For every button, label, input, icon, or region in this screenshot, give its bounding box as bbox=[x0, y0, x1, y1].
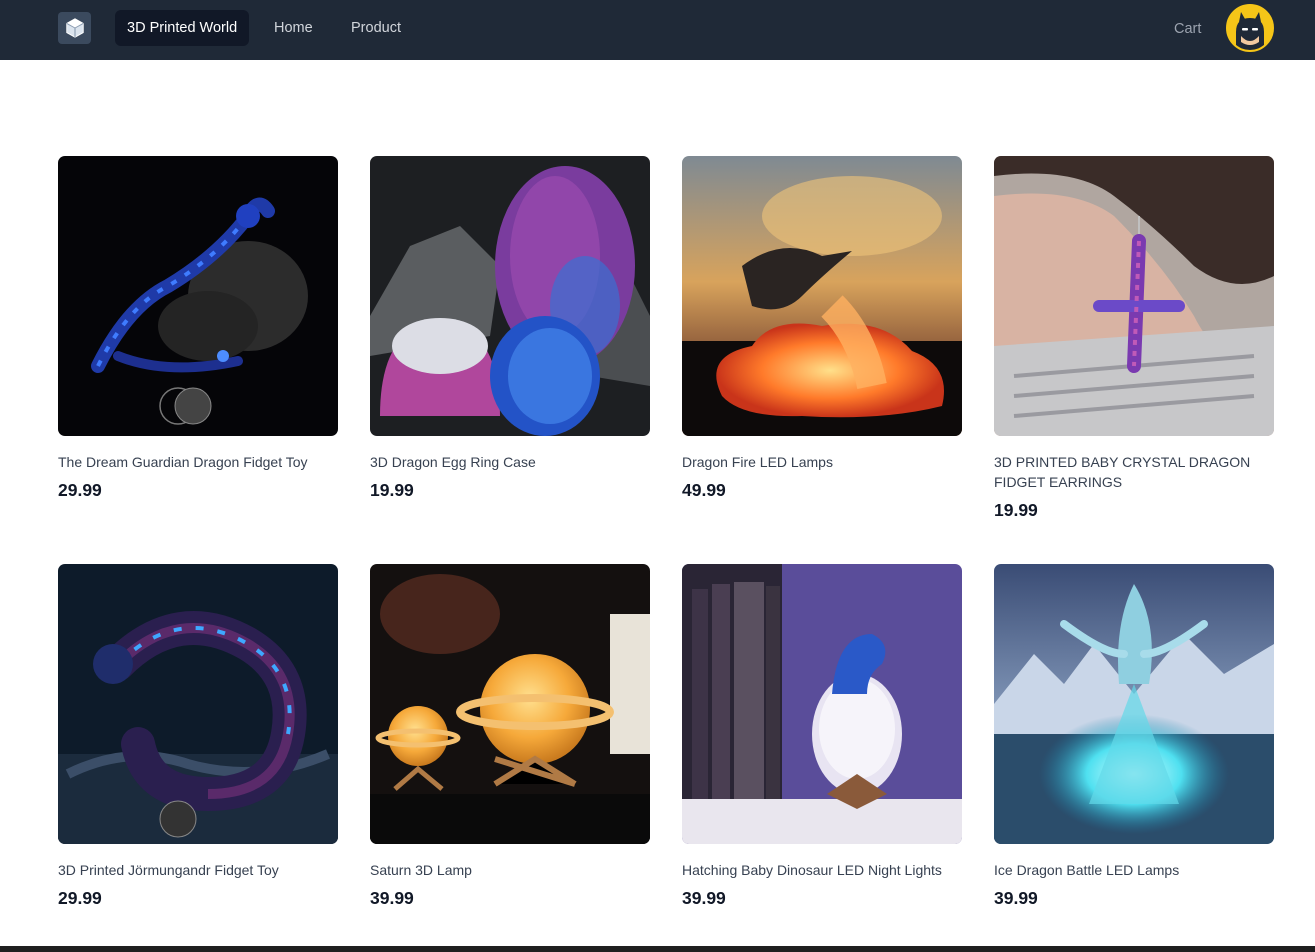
product-card[interactable]: The Dream Guardian Dragon Fidget Toy 29.… bbox=[58, 156, 338, 501]
product-image-hatching-dinosaur[interactable] bbox=[682, 564, 962, 844]
cube-logo-icon[interactable] bbox=[58, 12, 91, 44]
batman-avatar-icon bbox=[1228, 6, 1272, 50]
nav-product-link[interactable]: Product bbox=[351, 10, 401, 46]
product-image-saturn-lamp[interactable] bbox=[370, 564, 650, 844]
product-image-ice-dragon-lamp[interactable] bbox=[994, 564, 1274, 844]
product-image-jormungandr[interactable] bbox=[58, 564, 338, 844]
product-card[interactable]: 3D PRINTED BABY CRYSTAL DRAGON FIDGET EA… bbox=[994, 156, 1274, 521]
product-card[interactable]: Hatching Baby Dinosaur LED Night Lights … bbox=[682, 564, 962, 909]
product-card[interactable]: Ice Dragon Battle LED Lamps 39.99 bbox=[994, 564, 1274, 909]
product-name[interactable]: 3D PRINTED BABY CRYSTAL DRAGON FIDGET EA… bbox=[994, 452, 1274, 492]
product-price: 39.99 bbox=[682, 888, 726, 908]
product-image-dragon-guardian[interactable] bbox=[58, 156, 338, 436]
product-price: 19.99 bbox=[370, 480, 414, 500]
product-card[interactable]: Saturn 3D Lamp 39.99 bbox=[370, 564, 650, 909]
brand-link[interactable]: 3D Printed World bbox=[115, 10, 250, 46]
product-price: 39.99 bbox=[994, 888, 1038, 908]
product-image-dragon-egg[interactable] bbox=[370, 156, 650, 436]
product-price: 29.99 bbox=[58, 888, 102, 908]
product-name[interactable]: The Dream Guardian Dragon Fidget Toy bbox=[58, 452, 338, 472]
product-price: 39.99 bbox=[370, 888, 414, 908]
product-name[interactable]: 3D Printed Jörmungandr Fidget Toy bbox=[58, 860, 338, 880]
product-name[interactable]: 3D Dragon Egg Ring Case bbox=[370, 452, 650, 472]
product-name[interactable]: Ice Dragon Battle LED Lamps bbox=[994, 860, 1274, 880]
product-name[interactable]: Saturn 3D Lamp bbox=[370, 860, 650, 880]
product-price: 19.99 bbox=[994, 500, 1038, 520]
product-image-dragon-fire-lamp[interactable] bbox=[682, 156, 962, 436]
product-price: 49.99 bbox=[682, 480, 726, 500]
avatar[interactable] bbox=[1226, 4, 1274, 52]
cart-link[interactable]: Cart bbox=[1174, 11, 1201, 47]
navbar: 3D Printed World Home Product Cart bbox=[0, 0, 1315, 60]
nav-home-link[interactable]: Home bbox=[274, 10, 313, 46]
product-card[interactable]: 3D Dragon Egg Ring Case 19.99 bbox=[370, 156, 650, 501]
product-name[interactable]: Hatching Baby Dinosaur LED Night Lights bbox=[682, 860, 962, 880]
product-card[interactable]: Dragon Fire LED Lamps 49.99 bbox=[682, 156, 962, 501]
product-card[interactable]: 3D Printed Jörmungandr Fidget Toy 29.99 bbox=[58, 564, 338, 909]
product-price: 29.99 bbox=[58, 480, 102, 500]
page-bottom-edge bbox=[0, 946, 1315, 952]
product-image-dragon-earrings[interactable] bbox=[994, 156, 1274, 436]
product-name[interactable]: Dragon Fire LED Lamps bbox=[682, 452, 962, 472]
